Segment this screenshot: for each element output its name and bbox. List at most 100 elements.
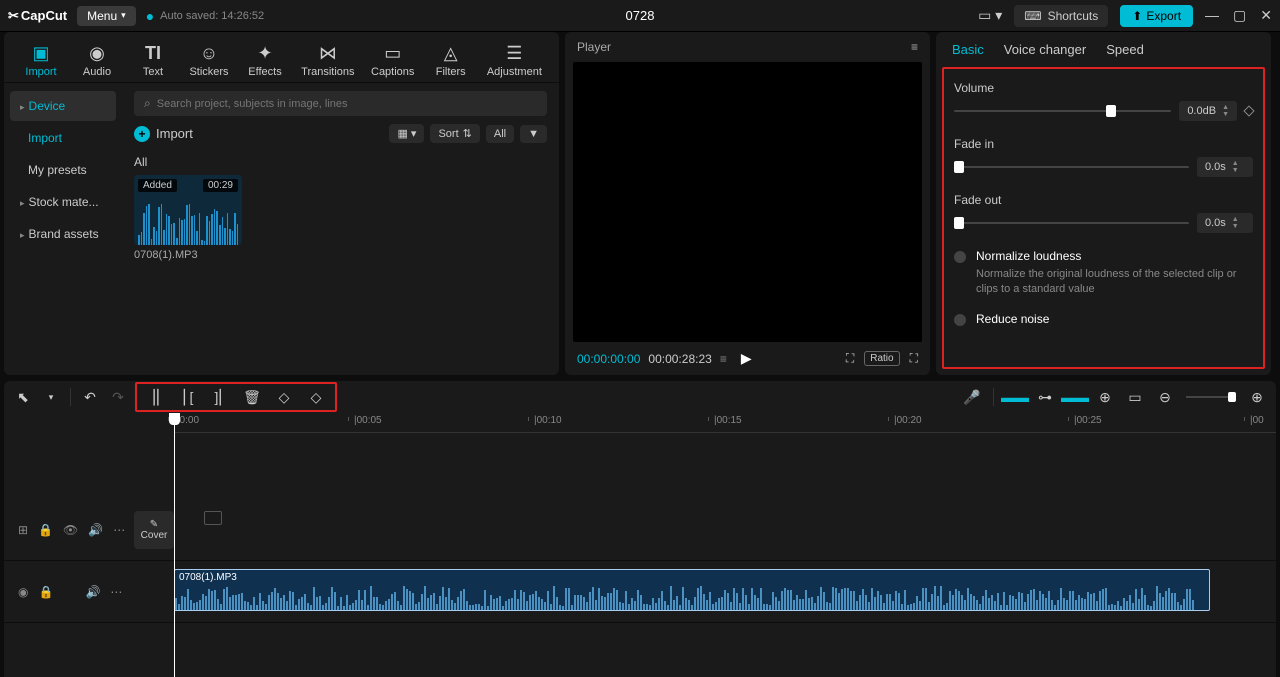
sidebar-item-presets[interactable]: My presets — [10, 155, 116, 185]
fadeout-slider[interactable] — [954, 222, 1189, 224]
tab-adjustment[interactable]: ☰Adjustment — [480, 38, 549, 82]
crop-icon[interactable]: ⛶ — [846, 351, 854, 366]
mic-icon[interactable]: 🎤 — [963, 388, 981, 406]
ruler-tick: |00:25 — [1074, 415, 1102, 426]
filters-icon: ◬ — [444, 42, 458, 64]
reduce-noise-checkbox[interactable] — [954, 314, 966, 326]
cursor-dropdown-icon[interactable]: ▾ — [42, 388, 60, 406]
autosave-status: ●Auto saved: 14:26:52 — [146, 8, 264, 24]
player-menu-icon[interactable]: ≡ — [911, 40, 918, 54]
delete-icon[interactable]: 🗑 — [243, 388, 261, 406]
tab-effects[interactable]: ✦Effects — [238, 38, 292, 82]
minimize-icon[interactable]: — — [1205, 7, 1219, 24]
tab-transitions[interactable]: ⋈Transitions — [294, 38, 362, 82]
tab-filters[interactable]: ◬Filters — [424, 38, 478, 82]
menu-button[interactable]: Menu ▾ — [77, 6, 136, 26]
cursor-tool-icon[interactable]: ⬉ — [14, 388, 32, 406]
fullscreen-icon[interactable]: ⛶ — [910, 351, 918, 366]
sort-button[interactable]: Sort ⇅ — [430, 124, 479, 143]
track-eye-icon[interactable]: 👁 — [63, 523, 78, 537]
volume-label: Volume — [954, 81, 1253, 95]
normalize-label: Normalize loudness — [976, 249, 1253, 263]
added-badge: Added — [138, 179, 177, 192]
ruler-tick: |00:10 — [534, 415, 562, 426]
track-mute-icon[interactable]: 🔊 — [88, 523, 103, 537]
fadein-label: Fade in — [954, 137, 1253, 151]
clip-filename: 0708(1).MP3 — [179, 572, 237, 583]
view-grid-button[interactable]: ▦ ▾ — [389, 124, 424, 143]
volume-slider[interactable] — [954, 110, 1171, 112]
snap-icon[interactable]: ▬▬ — [1066, 388, 1084, 406]
props-tab-basic[interactable]: Basic — [952, 42, 984, 57]
shortcuts-button[interactable]: ⌨Shortcuts — [1014, 5, 1108, 27]
aspect-icon[interactable]: ▭ ▾ — [978, 7, 1002, 24]
close-icon[interactable]: ✕ — [1260, 7, 1272, 24]
tab-stickers[interactable]: ☺Stickers — [182, 38, 236, 82]
sidebar-item-device[interactable]: ▸Device — [10, 91, 116, 121]
tab-audio[interactable]: ◉Audio — [70, 38, 124, 82]
marker-in-icon[interactable]: ◇ — [275, 388, 293, 406]
split-left-icon[interactable]: ⎢[ — [179, 388, 197, 406]
playhead[interactable] — [174, 413, 175, 677]
tab-captions[interactable]: ▭Captions — [364, 38, 422, 82]
ruler-tick: |00:20 — [894, 415, 922, 426]
effects-icon: ✦ — [257, 42, 272, 64]
stickers-icon: ☺ — [200, 42, 218, 64]
list-icon[interactable]: ≡ — [720, 352, 727, 366]
maximize-icon[interactable]: ▢ — [1233, 7, 1246, 24]
track-more-icon[interactable]: ⋯ — [113, 523, 125, 537]
marker-out-icon[interactable]: ◇ — [307, 388, 325, 406]
transitions-icon: ⋈ — [319, 42, 337, 64]
player-viewport[interactable] — [573, 62, 922, 342]
adjustment-icon: ☰ — [506, 42, 522, 64]
track-settings-icon[interactable]: ⊞ — [18, 523, 28, 537]
redo-icon[interactable]: ↷ — [109, 388, 127, 406]
preview-icon[interactable]: ▭ — [1126, 388, 1144, 406]
audio-icon: ◉ — [89, 42, 105, 64]
fadein-value[interactable]: 0.0s▲▼ — [1197, 157, 1253, 177]
split-icon[interactable]: ⎥⎢ — [147, 388, 165, 406]
import-button[interactable]: +Import — [134, 126, 193, 142]
captions-icon: ▭ — [384, 42, 401, 64]
fadeout-value[interactable]: 0.0s▲▼ — [1197, 213, 1253, 233]
align-icon[interactable]: ⊕ — [1096, 388, 1114, 406]
export-button[interactable]: ⬆Export — [1120, 5, 1193, 27]
search-box[interactable]: ⌕ — [134, 91, 547, 116]
play-button[interactable]: ▶ — [741, 350, 752, 367]
ratio-button[interactable]: Ratio — [864, 351, 899, 366]
filter-all-button[interactable]: All — [486, 125, 514, 143]
tab-import[interactable]: ▣Import — [14, 38, 68, 82]
magnet-icon[interactable]: ▬▬ — [1006, 388, 1024, 406]
media-filename: 0708(1).MP3 — [134, 249, 242, 261]
media-item[interactable]: Added 00:29 0708(1).MP3 — [134, 175, 242, 261]
normalize-desc: Normalize the original loudness of the s… — [976, 267, 1253, 298]
zoom-in-icon[interactable]: ⊕ — [1248, 388, 1266, 406]
normalize-checkbox[interactable] — [954, 251, 966, 263]
keyframe-icon[interactable] — [1243, 105, 1254, 116]
track-lock-icon[interactable]: 🔒 — [38, 523, 53, 537]
audio-track-icon[interactable]: ◉ — [18, 585, 28, 599]
props-tab-voice[interactable]: Voice changer — [1004, 42, 1086, 57]
zoom-out-icon[interactable]: ⊖ — [1156, 388, 1174, 406]
undo-icon[interactable]: ↶ — [81, 388, 99, 406]
sidebar-item-import[interactable]: Import — [10, 123, 116, 153]
search-input[interactable] — [157, 98, 537, 110]
track-mute-icon[interactable]: 🔊 — [85, 585, 100, 599]
audio-clip[interactable]: 0708(1).MP3 — [174, 569, 1210, 611]
search-icon: ⌕ — [144, 96, 151, 111]
tab-text[interactable]: TIText — [126, 38, 180, 82]
video-placeholder[interactable] — [204, 511, 222, 525]
sidebar-item-stock[interactable]: ▸Stock mate... — [10, 187, 116, 217]
sidebar-item-brand[interactable]: ▸Brand assets — [10, 219, 116, 249]
zoom-slider[interactable] — [1186, 396, 1236, 398]
track-lock-icon[interactable]: 🔒 — [38, 585, 53, 599]
cover-button[interactable]: ✎ Cover — [134, 511, 174, 549]
section-label-all: All — [134, 155, 547, 169]
split-right-icon[interactable]: ]⎢ — [211, 388, 229, 406]
track-more-icon[interactable]: ⋯ — [110, 585, 122, 599]
filter-icon-button[interactable]: ▼ — [520, 125, 547, 143]
volume-value[interactable]: 0.0dB▲▼ — [1179, 101, 1237, 121]
fadein-slider[interactable] — [954, 166, 1189, 168]
props-tab-speed[interactable]: Speed — [1106, 42, 1144, 57]
link-icon[interactable]: ⊶ — [1036, 388, 1054, 406]
